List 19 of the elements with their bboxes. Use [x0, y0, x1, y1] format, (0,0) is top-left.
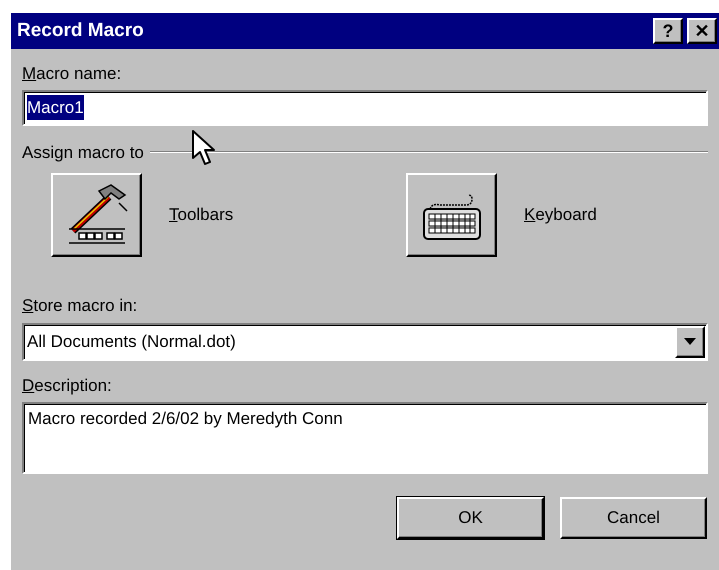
cancel-button[interactable]: Cancel: [560, 497, 707, 539]
keyboard-button[interactable]: [406, 173, 497, 257]
store-dropdown[interactable]: All Documents (Normal.dot): [22, 322, 708, 360]
description-field[interactable]: Macro recorded 2/6/02 by Meredyth Conn: [22, 402, 708, 474]
window-title: Record Macro: [17, 18, 145, 43]
dropdown-value: All Documents (Normal.dot): [27, 330, 237, 353]
help-button[interactable]: ?: [653, 18, 683, 44]
toolbars-button[interactable]: [51, 173, 142, 257]
field-label: Macro name:: [22, 63, 122, 85]
field-value: Macro1: [27, 94, 84, 120]
option-label: Keyboard: [524, 204, 597, 226]
mouse-pointer-icon: [192, 130, 216, 168]
option-label: Toolbars: [169, 204, 234, 226]
field-label: Description:: [22, 374, 112, 396]
macro-name-field[interactable]: Macro1: [22, 90, 708, 126]
close-button[interactable]: ✕: [687, 18, 717, 44]
ok-button[interactable]: OK: [397, 497, 544, 539]
group-label: Assign macro to: [22, 142, 144, 164]
field-label: Store macro in:: [22, 295, 138, 317]
